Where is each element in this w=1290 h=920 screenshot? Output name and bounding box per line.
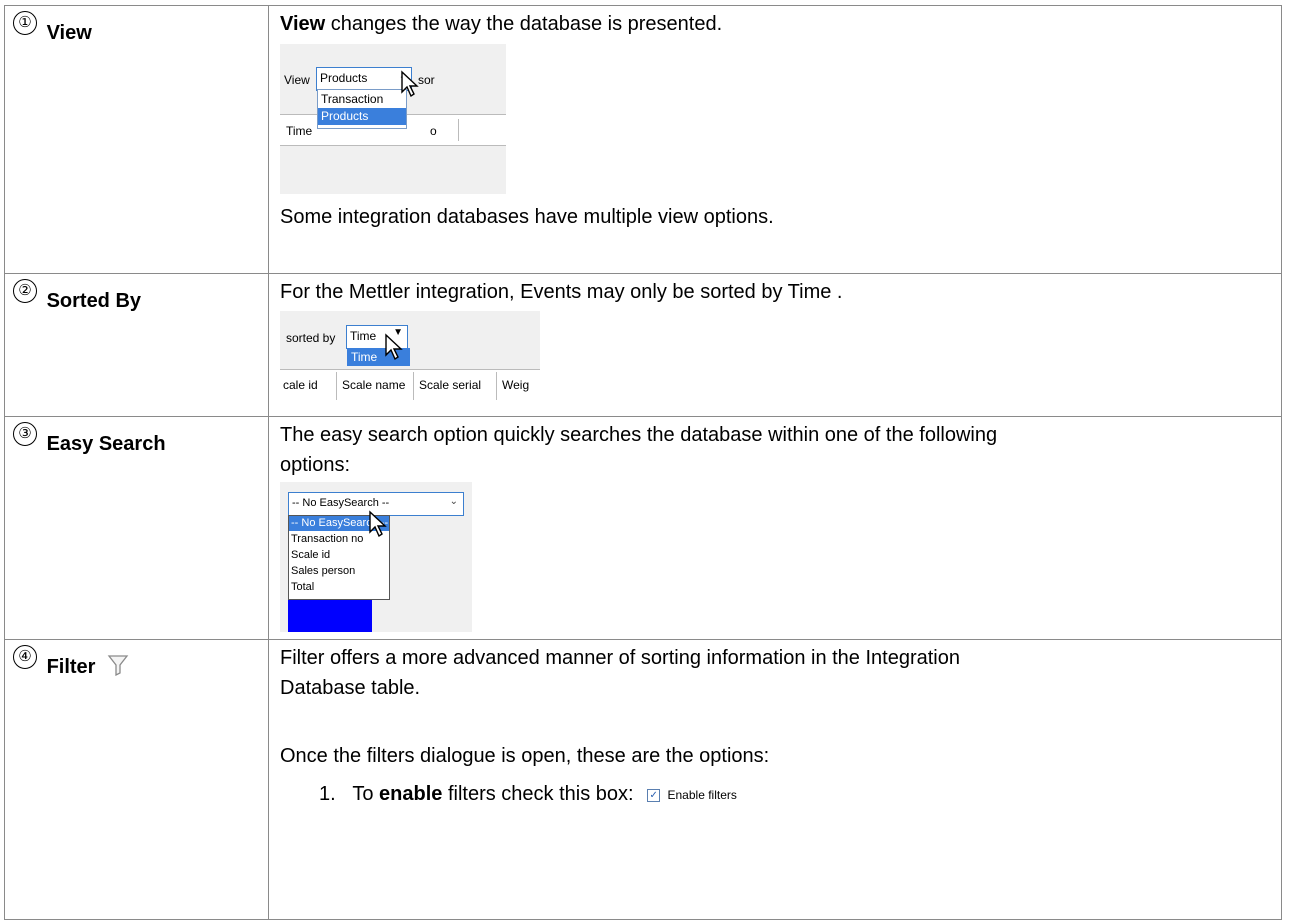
column-divider [336,372,337,400]
column-time: Time [286,124,313,138]
description-text-cont: Database table. [280,677,421,699]
cursor-icon [401,70,419,98]
table-row: ② Sorted By For the Mettler integration,… [4,273,1282,417]
description-text: For the Mettler integration, Events may … [280,281,843,303]
column-divider [413,372,414,400]
list-item: 1. To enable filters check this box: ✓ E… [269,779,1281,810]
table-row: ④ Filter Filter offers a more advanced m… [4,639,1282,920]
sort-table-header: cale id Scale name Scale serial Weig [280,369,540,401]
sort-dropdown-screenshot: sorted by Time ▼ Time cale id Scale name… [280,311,540,401]
view-dropdown-list: Transaction Products [317,89,407,129]
easysearch-select-value: -- No EasySearch -- [292,497,390,509]
view-option-products[interactable]: Products [318,108,406,125]
view-select-value: Products [320,71,368,85]
bold-term: View [280,13,326,35]
chevron-down-icon: ⌄ [449,496,458,507]
checkmark-icon: ✓ [647,789,661,803]
description-text: Filter offers a more advanced manner of … [280,647,960,669]
circled-number: ④ [13,645,37,669]
list-text: filters check this box: [442,783,634,805]
sorted-by-label: sorted by [286,331,336,345]
enable-filters-checkbox[interactable]: ✓ Enable filters [647,780,737,810]
circled-number: ① [13,11,37,35]
description-text: View changes the way the database is pre… [269,9,1281,39]
column-fragment: o [430,124,437,138]
description-text: The easy search option quickly searches … [280,424,998,446]
row-label: Easy Search [46,433,166,455]
circled-number: ③ [13,422,37,446]
label-cell: ④ Filter [4,639,269,920]
row-label: Sorted By [46,290,142,312]
easysearch-option[interactable]: Scale id [289,547,389,563]
description-cell: View changes the way the database is pre… [268,5,1282,274]
column-divider [458,119,459,141]
description-text-cont: options: [280,454,351,476]
list-number: 1. [319,783,336,805]
column-scale-id: cale id [283,378,318,392]
column-scale-name: Scale name [342,378,406,392]
description-cell: For the Mettler integration, Events may … [268,273,1282,417]
view-dropdown-screenshot: View Products ⌄ sor Time o Transaction P… [280,44,506,194]
feature-table: ① View View changes the way the database… [4,5,1282,920]
row-label: Filter [46,656,96,678]
row-label: View [46,22,92,44]
label-cell: ③ Easy Search [4,416,269,640]
description-cell: Filter offers a more advanced manner of … [268,639,1282,920]
list-text: To [352,783,380,805]
sort-select-value: Time [350,329,377,343]
view-select[interactable]: Products ⌄ [316,67,412,91]
cursor-icon [369,510,387,538]
bold-term: enable [379,783,443,805]
easysearch-option[interactable]: Total [289,579,389,595]
column-scale-serial: Scale serial [419,378,482,392]
filter-icon [107,655,129,676]
view-label: View [284,73,310,87]
table-row: ① View View changes the way the database… [4,5,1282,274]
description-note: Some integration databases have multiple… [280,206,774,228]
table-row: ③ Easy Search The easy search option qui… [4,416,1282,640]
column-divider [496,372,497,400]
column-weight: Weig [502,378,530,392]
circled-number: ② [13,279,37,303]
checkbox-label: Enable filters [667,787,737,802]
easysearch-dropdown-screenshot: -- No EasySearch -- ⌄ -- No EasySearch -… [280,482,472,632]
description-cell: The easy search option quickly searches … [268,416,1282,640]
cursor-icon [385,333,403,361]
easysearch-option[interactable]: Sales person [289,563,389,579]
description-rest: changes the way the database is presente… [325,13,723,35]
label-cell: ① View [4,5,269,274]
description-text: Once the filters dialogue is open, these… [280,745,770,767]
label-cell: ② Sorted By [4,273,269,417]
view-option-transaction[interactable]: Transaction [318,90,406,108]
